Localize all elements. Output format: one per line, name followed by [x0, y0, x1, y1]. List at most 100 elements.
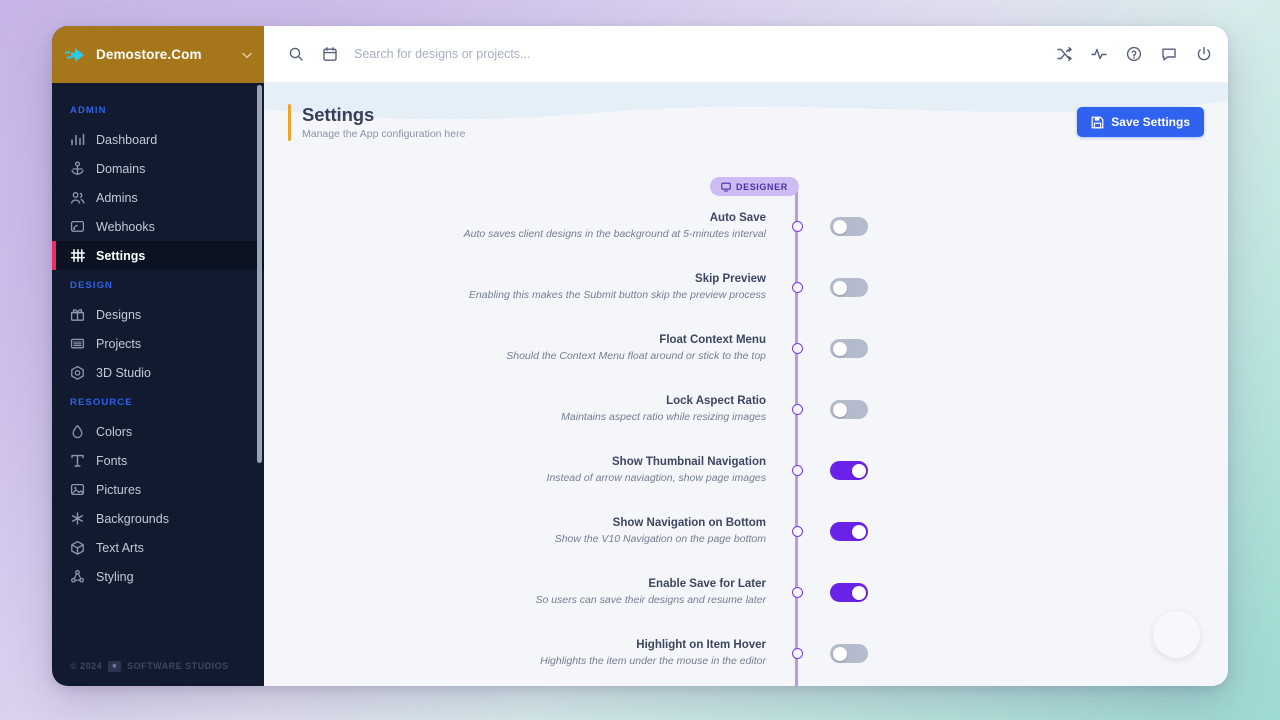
webhook-icon: [70, 220, 85, 232]
setting-row: Enable Save for Later So users can save t…: [264, 562, 1228, 623]
page-title: Settings: [302, 103, 375, 125]
desktop-backdrop: Demostore.Com ADMIN Dashboard Domains Admin…: [0, 0, 1280, 720]
timeline-node: [784, 343, 810, 354]
timeline-node-dot: [791, 648, 803, 659]
setting-label: Show Thumbnail Navigation: [612, 456, 766, 468]
setting-toggle[interactable]: [830, 522, 868, 541]
timeline-node-dot: [791, 404, 803, 415]
toggle-knob: [851, 524, 866, 539]
setting-text: Show Thumbnail Navigation Instead of arro…: [264, 455, 784, 486]
sidebar-item-domains[interactable]: Domains: [52, 154, 264, 183]
search-input[interactable]: [354, 47, 1056, 61]
setting-toggle[interactable]: [830, 644, 868, 663]
calendar-icon[interactable]: [322, 46, 338, 62]
message-square-icon[interactable]: [1161, 46, 1177, 62]
timeline-node: [784, 221, 810, 232]
sidebar-item-styling[interactable]: Styling: [52, 562, 264, 591]
setting-text: Highlight on Item Hover Highlights the it…: [264, 638, 784, 669]
setting-label: Show Navigation on Bottom: [612, 517, 766, 529]
setting-toggle-wrap: [830, 217, 868, 236]
sidebar-scrollbar[interactable]: [257, 85, 262, 463]
grid-dots-icon: [71, 512, 84, 525]
setting-description: Instead of arrow naviagtion, show page i…: [546, 472, 766, 484]
sidebar-item-admins[interactable]: Admins: [52, 183, 264, 212]
topbar-actions: [1056, 46, 1212, 62]
setting-toggle-wrap: [830, 461, 868, 480]
setting-toggle-wrap: [830, 644, 868, 663]
image-icon: [70, 483, 85, 496]
setting-row: Highlight on Item Hover Highlights the it…: [264, 623, 1228, 684]
timeline-node-dot: [791, 587, 803, 598]
cube-icon: [71, 365, 84, 380]
sliders-icon: [70, 249, 85, 262]
setting-toggle[interactable]: [830, 339, 868, 358]
sidebar-item-fonts[interactable]: Fonts: [52, 446, 264, 475]
sidebar-item-backgrounds[interactable]: Backgrounds: [52, 504, 264, 533]
copyright-text: © 2024: [70, 661, 103, 671]
setting-label: Lock Aspect Ratio: [666, 395, 766, 407]
setting-label: Skip Preview: [695, 273, 766, 285]
sidebar-item-label: Backgrounds: [96, 511, 169, 526]
timeline-node: [784, 587, 810, 598]
setting-row: Skip Preview Enabling this makes the Subm…: [264, 257, 1228, 318]
anchor-icon: [71, 161, 84, 176]
help-circle-icon[interactable]: [1126, 46, 1142, 62]
chevron-down-icon[interactable]: [240, 48, 254, 62]
bar-chart-icon: [71, 133, 85, 146]
setting-row: Float Context Menu Should the Context Men…: [264, 318, 1228, 379]
sidebar-item-label: Designs: [96, 307, 142, 322]
main-content: Settings Manage the App configuration he…: [264, 26, 1228, 686]
setting-toggle[interactable]: [830, 461, 868, 480]
setting-description: So users can save their designs and resu…: [535, 594, 766, 606]
toggle-knob: [832, 341, 847, 356]
activity-pulse-icon[interactable]: [1091, 46, 1107, 62]
setting-description: Enabling this makes the Submit button sk…: [468, 289, 766, 301]
sidebar-item-text-arts[interactable]: Text Arts: [52, 533, 264, 562]
setting-row: Auto Save Auto saves client designs in th…: [264, 196, 1228, 257]
search-icon[interactable]: [288, 46, 304, 62]
save-settings-button[interactable]: Save Settings: [1077, 107, 1204, 137]
toggle-knob: [851, 585, 866, 600]
setting-description: Maintains aspect ratio while resizing im…: [561, 411, 766, 423]
timeline-node-dot: [791, 343, 803, 354]
sidebar-item-label: 3D Studio: [96, 365, 151, 380]
brand-bar[interactable]: Demostore.Com: [52, 26, 264, 83]
sidebar-item-label: Colors: [96, 424, 133, 439]
sidebar-item-designs[interactable]: Designs: [52, 300, 264, 329]
setting-text: Skip Preview Enabling this makes the Subm…: [264, 272, 784, 303]
setting-description: Show the V10 Navigation on the page bott…: [554, 533, 766, 545]
sidebar: Demostore.Com ADMIN Dashboard Domains Admin…: [52, 26, 264, 686]
help-widget-icon[interactable]: [1153, 611, 1200, 658]
settings-rows: Auto Save Auto saves client designs in th…: [264, 196, 1228, 684]
sidebar-item-label: Webhooks: [96, 219, 155, 234]
setting-description: Should the Context Menu float around or …: [506, 350, 766, 362]
shuffle-icon[interactable]: [1056, 46, 1072, 62]
sidebar-item-label: Text Arts: [96, 540, 144, 555]
setting-toggle[interactable]: [830, 583, 868, 602]
power-icon[interactable]: [1196, 46, 1212, 62]
setting-toggle-wrap: [830, 400, 868, 419]
sidebar-item-projects[interactable]: Projects: [52, 329, 264, 358]
setting-toggle[interactable]: [830, 400, 868, 419]
sidebar-item-pictures[interactable]: Pictures: [52, 475, 264, 504]
page-title-block: Settings Manage the App configuration he…: [288, 103, 465, 141]
sidebar-item-webhooks[interactable]: Webhooks: [52, 212, 264, 241]
sidebar-item-label: Admins: [96, 190, 138, 205]
search-zone: [288, 46, 1056, 62]
sidebar-item-label: Dashboard: [96, 132, 158, 147]
nodes-icon: [71, 570, 84, 583]
timeline-node: [784, 648, 810, 659]
studio-logo-icon: ■: [108, 660, 122, 672]
setting-toggle[interactable]: [830, 278, 868, 297]
timeline-node-dot: [791, 526, 803, 537]
sidebar-item-label: Projects: [96, 336, 142, 351]
sidebar-item-dashboard[interactable]: Dashboard: [52, 125, 264, 154]
setting-toggle[interactable]: [830, 217, 868, 236]
sidebar-item-label: Domains: [96, 161, 146, 176]
sidebar-item-3d-studio[interactable]: 3D Studio: [52, 358, 264, 387]
brand-name: Demostore.Com: [96, 47, 202, 62]
sidebar-item-colors[interactable]: Colors: [52, 417, 264, 446]
setting-toggle-wrap: [830, 522, 868, 541]
sidebar-item-settings[interactable]: Settings: [52, 241, 264, 270]
setting-text: Show Navigation on Bottom Show the V10 Na…: [264, 516, 784, 547]
